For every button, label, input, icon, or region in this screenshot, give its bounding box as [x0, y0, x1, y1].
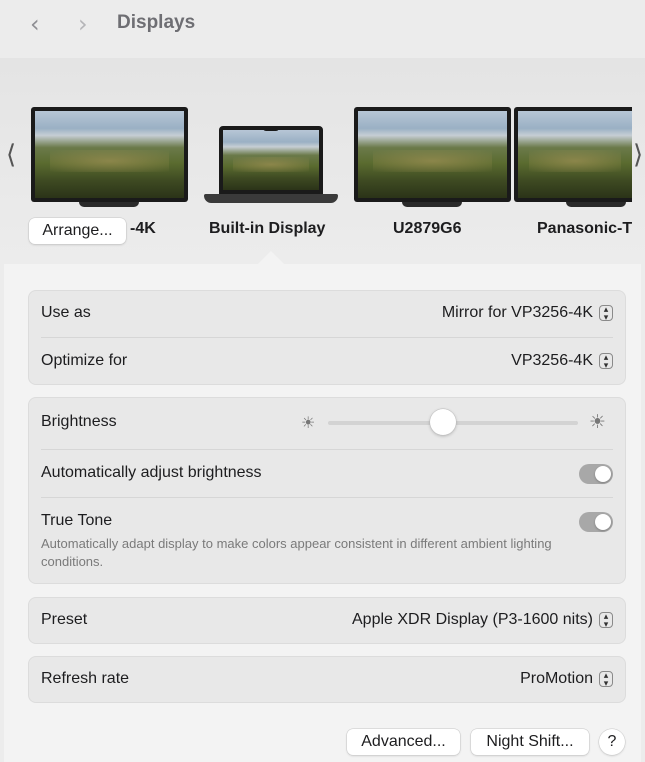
preset-popup[interactable]: Apple XDR Display (P3-1600 nits) ▴ ▾ — [352, 611, 613, 630]
back-chevron-icon[interactable]: ‹ — [30, 10, 40, 38]
display-label[interactable]: U2879G6 — [393, 220, 462, 238]
use-as-label: Use as — [41, 304, 91, 321]
refresh-rate-row: Refresh rate ProMotion ▴ ▾ — [41, 670, 613, 690]
divider — [41, 449, 613, 450]
divider — [41, 497, 613, 498]
divider — [41, 337, 613, 338]
strip-next-chevron-icon[interactable]: ⟩ — [633, 140, 643, 170]
refresh-rate-value: ProMotion — [520, 670, 593, 687]
window-header: ‹ › Displays — [0, 0, 645, 50]
optimize-for-value: VP3256-4K — [511, 352, 593, 369]
preset-group: Preset Apple XDR Display (P3-1600 nits) … — [28, 597, 626, 644]
true-tone-label: True Tone — [41, 512, 113, 529]
wallpaper-image — [35, 111, 184, 198]
arrange-button[interactable]: Arrange... — [29, 218, 126, 244]
display-label-selected[interactable]: Built-in Display — [209, 220, 325, 238]
display-thumbnail-built-in[interactable] — [219, 126, 323, 194]
display-thumbnail-vp3256[interactable] — [31, 107, 188, 202]
refresh-rate-label: Refresh rate — [41, 670, 130, 687]
refresh-rate-group: Refresh rate ProMotion ▴ ▾ — [28, 656, 626, 703]
page-title: Displays — [117, 12, 196, 33]
monitor-stand — [79, 202, 139, 207]
optimize-for-row: Optimize for VP3256-4K ▴ ▾ — [41, 352, 613, 372]
display-thumbnail-u2879g6[interactable] — [354, 107, 511, 202]
true-tone-toggle[interactable] — [579, 512, 613, 532]
forward-chevron-icon[interactable]: › — [78, 10, 88, 38]
brightness-high-icon: ☀ — [589, 411, 607, 433]
optimize-for-label: Optimize for — [41, 352, 128, 369]
brightness-label: Brightness — [41, 413, 117, 430]
night-shift-button[interactable]: Night Shift... — [471, 729, 589, 755]
popup-chevrons-icon: ▴ ▾ — [599, 612, 613, 630]
brightness-slider-knob[interactable] — [430, 409, 456, 435]
preset-label: Preset — [41, 611, 88, 628]
preset-row: Preset Apple XDR Display (P3-1600 nits) … — [41, 611, 613, 631]
use-as-value: Mirror for VP3256-4K — [441, 304, 593, 321]
display-label[interactable]: -4K — [130, 220, 156, 238]
monitor-stand — [402, 202, 462, 207]
auto-brightness-toggle[interactable] — [579, 464, 613, 484]
true-tone-row: True Tone — [41, 512, 613, 532]
popup-chevrons-icon: ▴ ▾ — [599, 671, 613, 689]
laptop-base — [204, 194, 338, 203]
brightness-low-icon: ☀ — [301, 413, 316, 432]
display-label[interactable]: Panasonic-T — [537, 220, 632, 238]
strip-prev-chevron-icon[interactable]: ⟨ — [6, 140, 16, 170]
wallpaper-image — [358, 111, 507, 198]
wallpaper-image — [223, 130, 319, 190]
display-thumbnail-panasonic[interactable] — [514, 107, 632, 202]
advanced-button[interactable]: Advanced... — [347, 729, 460, 755]
display-mode-group: Use as Mirror for VP3256-4K ▴ ▾ Optimize … — [28, 290, 626, 385]
help-button[interactable]: ? — [599, 729, 625, 755]
laptop-notch — [263, 126, 279, 131]
monitor-stand — [566, 202, 626, 207]
popup-chevrons-icon: ▴ ▾ — [599, 305, 613, 323]
preset-value: Apple XDR Display (P3-1600 nits) — [352, 611, 593, 628]
true-tone-description: Automatically adapt display to make colo… — [41, 536, 552, 569]
refresh-rate-popup[interactable]: ProMotion ▴ ▾ — [520, 670, 613, 689]
use-as-popup[interactable]: Mirror for VP3256-4K ▴ ▾ — [441, 304, 613, 323]
popup-chevrons-icon: ▴ ▾ — [599, 353, 613, 371]
use-as-row: Use as Mirror for VP3256-4K ▴ ▾ — [41, 304, 613, 324]
optimize-for-popup[interactable]: VP3256-4K ▴ ▾ — [511, 352, 613, 371]
auto-brightness-row: Automatically adjust brightness — [41, 464, 613, 484]
selection-pointer — [258, 251, 284, 264]
auto-brightness-label: Automatically adjust brightness — [41, 464, 262, 481]
wallpaper-image — [518, 111, 632, 198]
